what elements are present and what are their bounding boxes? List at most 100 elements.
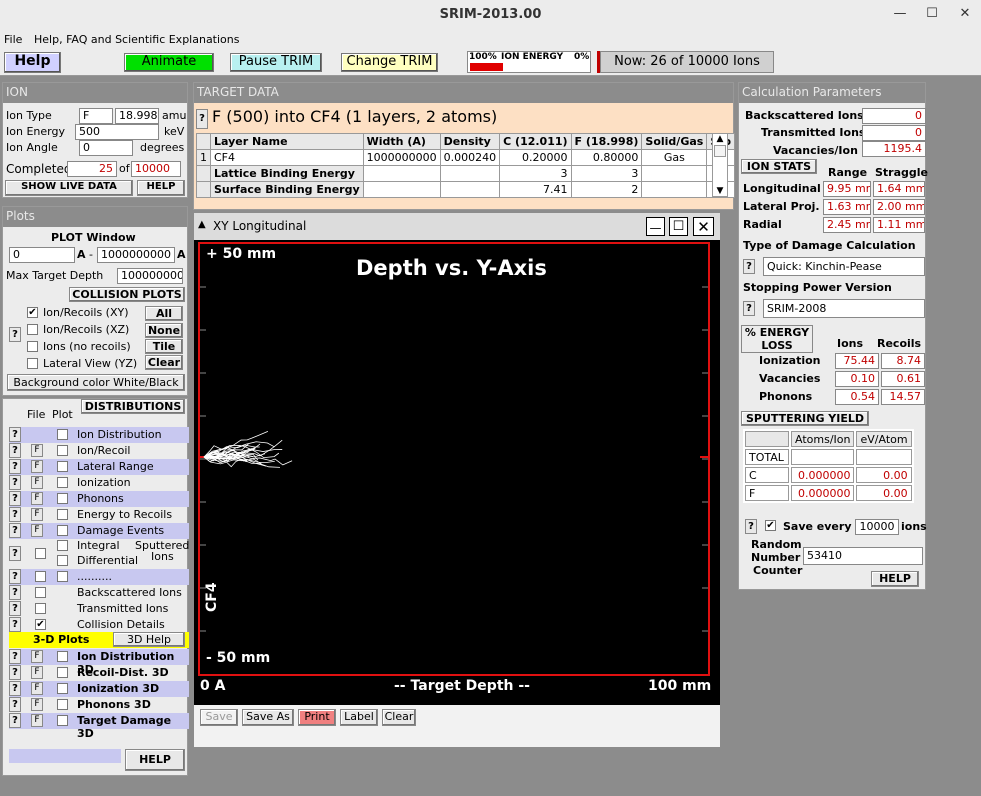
backscattered-checkbox[interactable] <box>35 587 46 598</box>
target-scrollbar[interactable]: ▲ ▼ <box>712 133 728 197</box>
pause-trim-button[interactable]: Pause TRIM <box>230 53 322 72</box>
print-button[interactable]: Print <box>298 709 336 726</box>
cell[interactable] <box>362 165 441 182</box>
dots-help[interactable]: ? <box>9 569 21 584</box>
damage-type-field[interactable]: Quick: Kinchin-Pease <box>763 257 925 276</box>
distributions-help-button[interactable]: HELP <box>125 749 185 771</box>
distribution-help[interactable]: ? <box>9 523 21 538</box>
sputtered-file-checkbox[interactable] <box>35 548 46 559</box>
plot-checkbox[interactable] <box>57 493 68 504</box>
plot-window-from[interactable]: 0 <box>9 247 75 263</box>
scroll-down-icon[interactable]: ▼ <box>713 186 727 196</box>
file-toggle[interactable]: F <box>31 682 43 695</box>
none-button[interactable]: None <box>145 323 183 338</box>
cell[interactable] <box>641 181 708 198</box>
background-color-button[interactable]: Background color White/Black <box>7 374 185 391</box>
option-xy-checkbox[interactable]: ✔ <box>27 307 38 318</box>
ion-angle-field[interactable]: 0 <box>79 140 133 156</box>
distribution-help[interactable]: ? <box>9 443 21 458</box>
file-toggle[interactable]: F <box>31 714 43 727</box>
maximize-icon[interactable]: ☐ <box>921 3 943 25</box>
table-row[interactable]: Surface Binding Energy 7.41 2 <box>196 181 736 198</box>
change-trim-button[interactable]: Change TRIM <box>341 53 438 72</box>
stopping-help[interactable]: ? <box>743 301 755 316</box>
cell[interactable] <box>362 181 441 198</box>
plot3d-help[interactable]: ? <box>9 665 21 680</box>
collision-help-button[interactable]: ? <box>9 327 21 342</box>
cell[interactable]: 3 <box>570 165 643 182</box>
label-button[interactable]: Label <box>340 709 378 726</box>
dots-file-checkbox[interactable] <box>35 571 46 582</box>
option-ions-checkbox[interactable] <box>27 341 38 352</box>
file-toggle[interactable]: F <box>31 666 43 679</box>
plot-window-to[interactable]: 1000000000 <box>97 247 175 263</box>
stopping-version-field[interactable]: SRIM-2008 <box>763 299 925 318</box>
distribution-help[interactable]: ? <box>9 459 21 474</box>
save-every-field[interactable]: 10000 <box>855 519 899 535</box>
cell[interactable] <box>439 181 501 198</box>
plot3d-help[interactable]: ? <box>9 697 21 712</box>
plot-checkbox[interactable] <box>57 477 68 488</box>
animate-button[interactable]: Animate <box>124 53 214 72</box>
plot3d-checkbox[interactable] <box>57 683 68 694</box>
distribution-help[interactable]: ? <box>9 475 21 490</box>
target-help-button[interactable]: ? <box>196 109 208 129</box>
scroll-up-icon[interactable]: ▲ <box>713 134 727 144</box>
file-toggle[interactable]: F <box>31 524 43 537</box>
file-toggle[interactable]: F <box>31 698 43 711</box>
ion-mass-field[interactable]: 18.998 <box>115 108 159 124</box>
menu-help[interactable]: Help, FAQ and Scientific Explanations <box>34 33 240 46</box>
minimize-icon[interactable]: — <box>889 3 911 25</box>
cell[interactable]: 2 <box>570 181 643 198</box>
file-toggle[interactable]: F <box>31 508 43 521</box>
plot-checkbox[interactable] <box>57 509 68 520</box>
cell[interactable]: 1000000000 <box>362 149 441 166</box>
help3d-button[interactable]: 3D Help <box>113 632 185 647</box>
plot3d-checkbox[interactable] <box>57 667 68 678</box>
save-button[interactable]: Save <box>200 709 238 726</box>
collision-details-checkbox[interactable]: ✔ <box>35 619 46 630</box>
maximize-icon[interactable]: ☐ <box>669 217 688 236</box>
differential-checkbox[interactable] <box>57 555 68 566</box>
sputtered-help[interactable]: ? <box>9 546 21 561</box>
backscattered-help[interactable]: ? <box>9 585 21 600</box>
close-icon[interactable]: ✕ <box>693 217 714 236</box>
plot3d-checkbox[interactable] <box>57 651 68 662</box>
max-depth-field[interactable]: 1000000000 <box>117 268 183 284</box>
distribution-help[interactable]: ? <box>9 427 21 442</box>
show-live-data-button[interactable]: SHOW LIVE DATA <box>5 180 133 196</box>
distribution-help[interactable]: ? <box>9 491 21 506</box>
table-row[interactable]: Lattice Binding Energy 3 3 <box>196 165 736 182</box>
transmitted-checkbox[interactable] <box>35 603 46 614</box>
cell[interactable] <box>439 165 501 182</box>
close-icon[interactable]: ✕ <box>954 3 976 25</box>
plot3d-help[interactable]: ? <box>9 649 21 664</box>
table-row[interactable]: 1 CF4 1000000000 0.000240 0.20000 0.8000… <box>196 149 736 166</box>
save-every-help[interactable]: ? <box>745 519 757 534</box>
ion-help-button[interactable]: HELP <box>137 180 185 196</box>
cell[interactable]: 0.80000 <box>570 149 643 166</box>
dots-plot-checkbox[interactable] <box>57 571 68 582</box>
file-toggle[interactable]: F <box>31 476 43 489</box>
collision-details-help[interactable]: ? <box>9 617 21 632</box>
ion-type-field[interactable]: F <box>79 108 113 124</box>
save-every-checkbox[interactable]: ✔ <box>765 520 776 531</box>
save-as-button[interactable]: Save As <box>242 709 294 726</box>
plot3d-help[interactable]: ? <box>9 713 21 728</box>
plot3d-checkbox[interactable] <box>57 699 68 710</box>
scroll-thumb[interactable] <box>714 145 726 157</box>
plot3d-checkbox[interactable] <box>57 715 68 726</box>
calc-help-button[interactable]: HELP <box>871 571 919 587</box>
plot3d-help[interactable]: ? <box>9 681 21 696</box>
random-counter-field[interactable]: 53410 <box>803 547 923 565</box>
option-lateral-checkbox[interactable] <box>27 358 38 369</box>
plot-checkbox[interactable] <box>57 461 68 472</box>
all-button[interactable]: All <box>145 306 183 321</box>
file-toggle[interactable]: F <box>31 444 43 457</box>
plot-clear-button[interactable]: Clear <box>382 709 416 726</box>
tile-button[interactable]: Tile <box>145 339 183 354</box>
plot-checkbox[interactable] <box>57 445 68 456</box>
cell[interactable] <box>641 165 708 182</box>
file-toggle[interactable]: F <box>31 460 43 473</box>
option-xz-checkbox[interactable] <box>27 324 38 335</box>
